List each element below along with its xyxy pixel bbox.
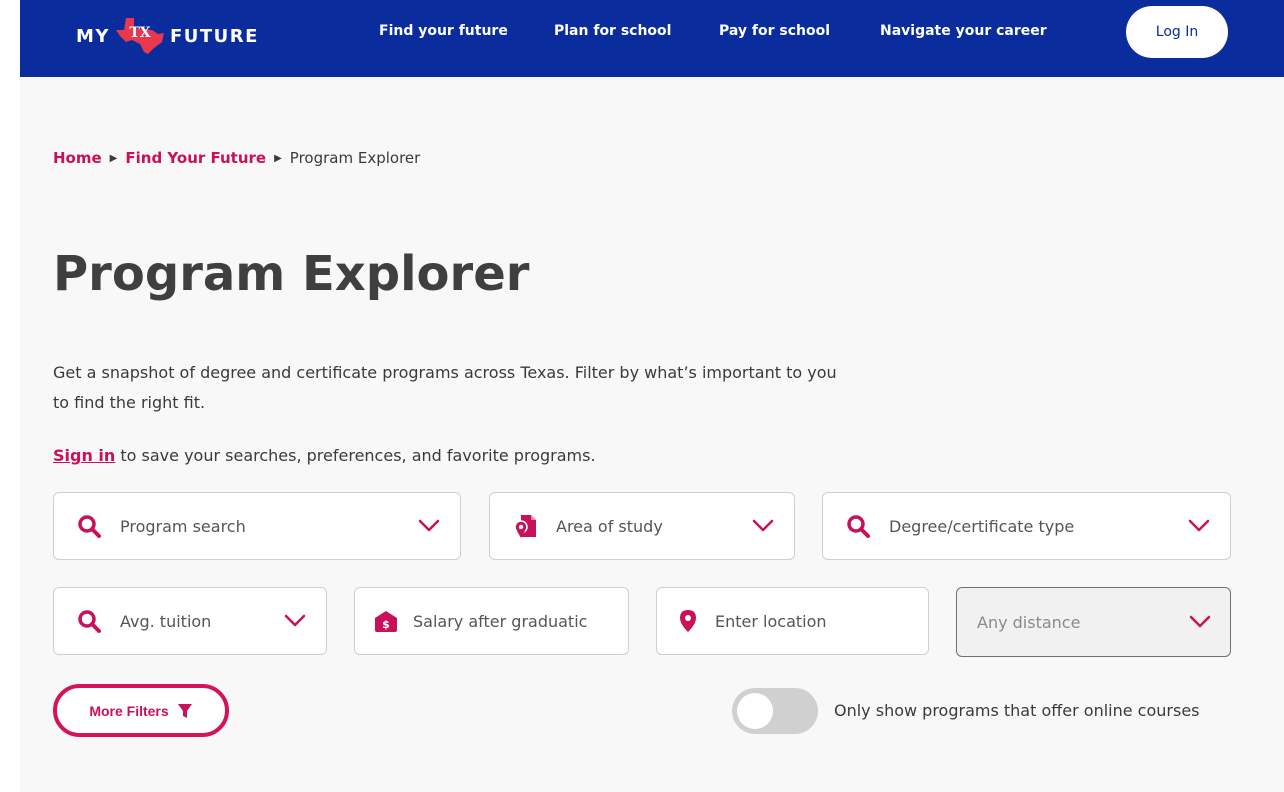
money-icon: $ [375,611,397,632]
distance-label: Any distance [977,613,1081,632]
chevron-down-icon [1188,519,1210,532]
signin-prompt: Sign in to save your searches, preferenc… [53,444,596,468]
breadcrumb-home[interactable]: Home [53,149,102,167]
signin-text: to save your searches, preferences, and … [115,446,596,465]
chevron-down-icon [284,614,306,627]
nav-pay-for-school[interactable]: Pay for school [719,23,830,39]
signin-link[interactable]: Sign in [53,446,115,465]
more-filters-label: More Filters [89,702,169,719]
login-button[interactable]: Log In [1126,6,1228,58]
logo-future: FUTURE [169,25,259,47]
chevron-down-icon [418,519,440,532]
page-title: Program Explorer [53,246,530,302]
program-search-label: Program search [120,517,246,536]
area-of-study-icon [514,515,536,538]
breadcrumb-arrow-icon: ▶ [274,152,282,164]
funnel-icon [177,703,192,718]
program-search-select[interactable]: Program search [53,492,461,560]
search-icon [78,515,101,538]
site-logo[interactable]: MY TX FUTURE [76,18,259,54]
degree-type-select[interactable]: Degree/certificate type [822,492,1231,560]
area-of-study-select[interactable]: Area of study [489,492,795,560]
nav-navigate-your-career[interactable]: Navigate your career [880,23,1047,39]
salary-select[interactable]: $ Salary after graduatic [354,587,629,655]
search-icon [847,515,870,538]
distance-select[interactable]: Any distance [956,587,1231,657]
logo-my: MY [76,25,110,47]
location-placeholder: Enter location [715,612,827,631]
avg-tuition-select[interactable]: Avg. tuition [53,587,327,655]
toggle-knob [737,693,773,729]
nav-plan-for-school[interactable]: Plan for school [554,23,671,39]
degree-type-label: Degree/certificate type [889,517,1075,536]
chevron-down-icon [752,519,774,532]
breadcrumb-current: Program Explorer [289,149,421,167]
avg-tuition-label: Avg. tuition [120,612,212,631]
nav-find-your-future[interactable]: Find your future [379,23,508,39]
online-courses-toggle[interactable] [732,688,818,734]
breadcrumb-arrow-icon: ▶ [109,152,118,164]
search-icon [78,610,101,633]
logo-tx: TX [129,25,151,41]
top-nav: MY TX FUTURE Find your future Plan for s… [20,0,1284,77]
location-pin-icon [680,610,696,632]
breadcrumb: Home ▶ Find Your Future ▶ Program Explor… [53,149,420,167]
breadcrumb-find-your-future[interactable]: Find Your Future [125,149,266,167]
texas-logo-icon: TX [112,16,168,56]
intro-text: Get a snapshot of degree and certificate… [53,363,837,412]
salary-label: Salary after graduatic [413,612,588,631]
svg-text:$: $ [382,618,390,631]
area-of-study-label: Area of study [556,517,663,536]
chevron-down-icon [1189,615,1211,628]
page: MY TX FUTURE Find your future Plan for s… [20,0,1284,792]
more-filters-button[interactable]: More Filters [53,684,229,737]
location-input[interactable]: Enter location [656,587,929,655]
online-courses-label: Only show programs that offer online cou… [834,701,1200,720]
